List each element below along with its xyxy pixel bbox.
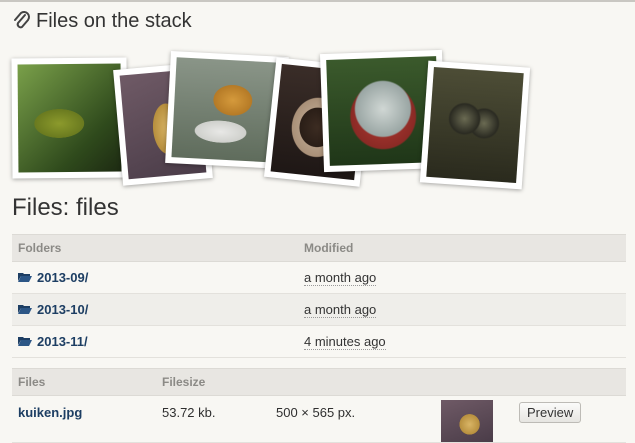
photo-image <box>171 57 283 163</box>
stack-title: Files on the stack <box>36 9 192 32</box>
folder-open-icon <box>18 273 32 283</box>
photo-image <box>426 66 524 184</box>
files-table: Files Filesize kuiken.jpg 53.72 kb. 500 … <box>12 368 626 443</box>
thumbnail-cell <box>435 395 513 443</box>
column-header-files: Files <box>12 368 156 396</box>
modified-time: a month ago <box>304 270 377 286</box>
folder-link[interactable]: 2013-10/ <box>18 302 88 317</box>
folder-open-icon <box>18 337 32 347</box>
table-row: 2013-10/ a month ago <box>12 293 626 326</box>
stack-photo[interactable] <box>419 60 531 190</box>
table-row: kuiken.jpg 53.72 kb. 500 × 565 px. Previ… <box>12 395 626 443</box>
stack-header: Files on the stack <box>12 9 192 33</box>
folder-open-icon <box>18 305 32 315</box>
file-thumbnail[interactable] <box>441 400 493 442</box>
folder-link[interactable]: 2013-09/ <box>18 270 88 285</box>
dimensions-cell: 500 × 565 px. <box>270 395 435 443</box>
preview-button[interactable]: Preview <box>519 402 582 423</box>
folder-name: 2013-11/ <box>37 333 88 349</box>
table-row: 2013-09/ a month ago <box>12 261 626 294</box>
column-header-modified: Modified <box>298 234 626 262</box>
modified-cell: 4 minutes ago <box>298 325 626 358</box>
modified-cell: a month ago <box>298 293 626 326</box>
folder-cell: 2013-11/ <box>12 325 298 358</box>
folders-table: Folders Modified 2013-09/ a month ago 20… <box>12 234 626 358</box>
table-row: 2013-11/ 4 minutes ago <box>12 325 626 358</box>
table-header-row: Files Filesize <box>12 368 626 396</box>
action-cell: Preview <box>513 395 626 443</box>
modified-time: 4 minutes ago <box>304 334 386 350</box>
stack-photo[interactable] <box>11 57 128 179</box>
folder-name: 2013-10/ <box>37 301 89 317</box>
file-link[interactable]: kuiken.jpg <box>18 405 82 420</box>
photo-stack <box>0 40 635 190</box>
filesize-cell: 53.72 kb. <box>156 395 270 443</box>
column-header-folders: Folders <box>12 234 298 262</box>
page-title: Files: files <box>12 194 119 221</box>
paperclip-icon <box>14 11 30 29</box>
column-header-filesize: Filesize <box>156 368 270 396</box>
folder-name: 2013-09/ <box>37 269 89 285</box>
modified-cell: a month ago <box>298 261 626 294</box>
modified-time: a month ago <box>304 302 377 318</box>
photo-image <box>17 63 122 173</box>
folder-cell: 2013-09/ <box>12 261 298 294</box>
file-cell: kuiken.jpg <box>12 395 156 443</box>
top-border <box>0 0 635 2</box>
folder-link[interactable]: 2013-11/ <box>18 334 88 349</box>
folder-cell: 2013-10/ <box>12 293 298 326</box>
table-header-row: Folders Modified <box>12 234 626 262</box>
